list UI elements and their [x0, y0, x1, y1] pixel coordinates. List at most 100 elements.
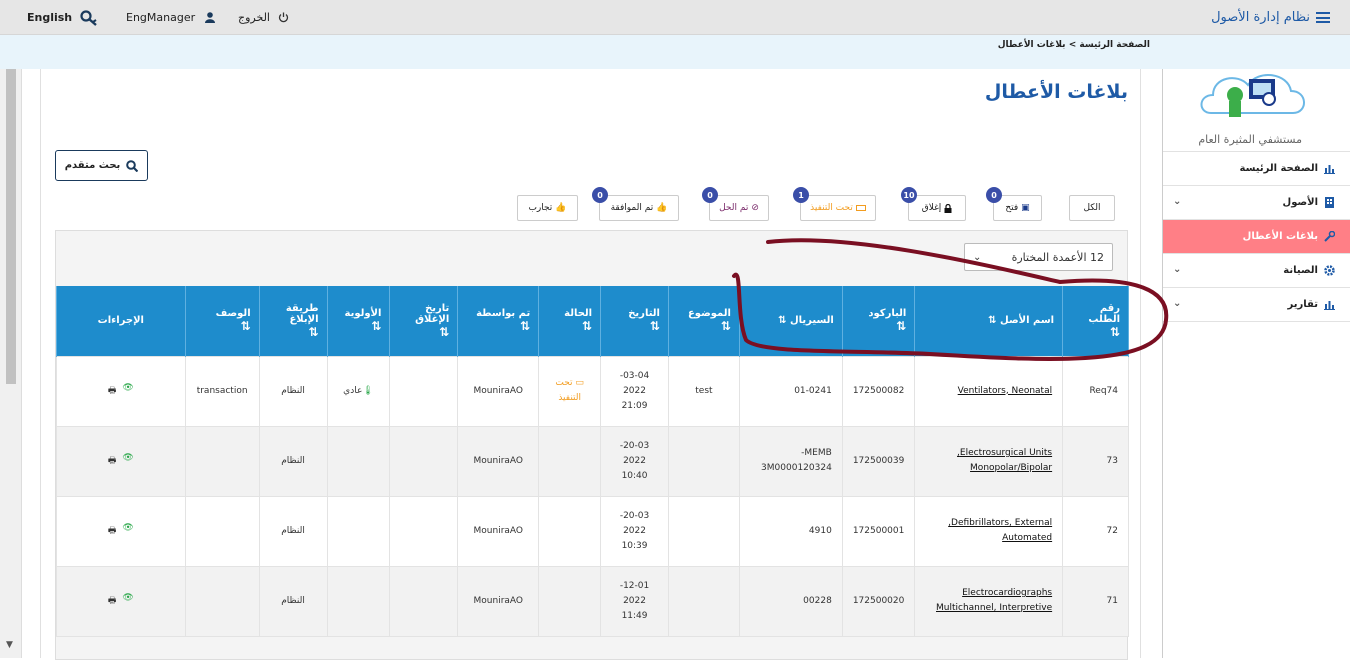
- thermometer-icon: 🌡: [362, 385, 374, 396]
- page-title: بلاغات الأعطال: [984, 81, 1128, 103]
- scroll-thumb[interactable]: [6, 69, 16, 384]
- scroll-down-icon[interactable]: ▼: [6, 640, 13, 650]
- filter-trials-button[interactable]: تجارب 👍: [517, 195, 578, 221]
- chevron-down-icon: ⌄: [1173, 196, 1182, 207]
- wrench-icon: [1324, 231, 1335, 242]
- sidebar-item-home[interactable]: الصفحة الرئيسة: [1163, 152, 1350, 186]
- approved-count-badge: 0: [592, 187, 608, 203]
- sort-icon: ⇅: [371, 319, 382, 334]
- asset-link[interactable]: Electrosurgical Units, Monopolar/Bipolar: [925, 446, 1052, 476]
- col-serial[interactable]: السيريال ⇅: [738, 286, 843, 356]
- app-brand[interactable]: نظام إدارة الأصول: [1211, 0, 1330, 35]
- sidebar-item-reports[interactable]: ⌄ تقارير: [1163, 288, 1350, 322]
- chevron-down-icon: ⌄: [973, 251, 982, 263]
- side-menu: الصفحة الرئيسة ⌄ الأصول بلاغات الأعطال ⌄…: [1163, 151, 1350, 322]
- sort-icon: ⇅: [1109, 324, 1120, 339]
- sidebar: مستشفي المثيرة العام الصفحة الرئيسة ⌄ ال…: [1162, 69, 1350, 658]
- table-row[interactable]: 72 Defibrillators, External, Automated 17…: [56, 495, 1129, 567]
- sort-icon: ⇅: [240, 319, 251, 334]
- thumbs-up-icon: 👍: [555, 203, 567, 213]
- print-icon[interactable]: 🖶: [108, 453, 117, 469]
- col-actions: الإجراءات: [56, 286, 186, 356]
- view-icon[interactable]: 👁: [122, 593, 133, 609]
- filter-in-progress-button[interactable]: 1 تحت التنفيذ: [793, 187, 876, 221]
- table-row[interactable]: Req74 Ventilators, Neonatal 172500082 01…: [56, 355, 1129, 427]
- menu-icon[interactable]: [1316, 12, 1330, 23]
- col-subject[interactable]: الموضوع ⇅: [667, 286, 740, 356]
- table-row[interactable]: 71 Electrocardiographs Multichannel, Inte…: [56, 565, 1129, 637]
- thumbs-up-icon: 👍: [656, 203, 668, 213]
- breadcrumb-current: بلاغات الأعطال: [997, 40, 1066, 50]
- col-barcode[interactable]: الباركود ⇅: [841, 286, 916, 356]
- user-name: EngManager: [126, 11, 196, 24]
- filter-solved-button[interactable]: 0 تم الحل ⊘: [702, 187, 769, 221]
- sidebar-item-faults[interactable]: بلاغات الأعطال: [1163, 220, 1350, 254]
- app-title: نظام إدارة الأصول: [1211, 10, 1310, 25]
- faults-table: رقم الطلب ⇅ اسم الأصل ⇅ الباركود ⇅ السيريا…: [56, 286, 1129, 637]
- hospital-name: مستشفي المثيرة العام: [1198, 133, 1302, 146]
- table-container: 12 الأعمدة المختارة ⌄ رقم الطلب ⇅ اسم الأ…: [55, 230, 1129, 660]
- sort-icon: ⇅: [439, 324, 450, 339]
- chevron-down-icon: ⌄: [1173, 298, 1182, 309]
- filter-approved-button[interactable]: 0 تم الموافقة 👍: [592, 187, 679, 221]
- open-count-badge: 0: [986, 187, 1002, 203]
- page-scrollbar[interactable]: ▼: [0, 69, 22, 658]
- filter-closed-button[interactable]: 10 إغلاق: [901, 187, 966, 221]
- closed-count-badge: 10: [901, 187, 917, 203]
- top-bar: English EngManager الخروج نظام إدارة الأ…: [0, 0, 1350, 35]
- col-close-date[interactable]: تاريخ الإغلاق ⇅: [389, 286, 459, 356]
- breadcrumb-bar: الصفحة الرئيسة > بلاغات الأعطال: [0, 35, 1350, 69]
- language-switch[interactable]: English: [27, 0, 72, 35]
- view-icon[interactable]: 👁: [122, 383, 133, 399]
- user-menu[interactable]: EngManager: [126, 0, 216, 35]
- col-created-by[interactable]: تم بواسطة ⇅: [457, 286, 540, 356]
- asset-link[interactable]: Ventilators, Neonatal: [925, 384, 1052, 399]
- column-selector[interactable]: 12 الأعمدة المختارة ⌄: [964, 243, 1113, 271]
- table-header-row: رقم الطلب ⇅ اسم الأصل ⇅ الباركود ⇅ السيريا…: [56, 286, 1129, 356]
- lock-icon: [944, 203, 952, 213]
- power-icon: [278, 12, 289, 23]
- print-icon[interactable]: 🖶: [108, 383, 117, 399]
- status-badge: ▭ تحت التنفيذ: [538, 355, 602, 427]
- hospital-logo: [1200, 73, 1305, 117]
- view-icon[interactable]: 👁: [122, 453, 133, 469]
- print-icon[interactable]: 🖶: [108, 523, 117, 539]
- bar-chart-icon: [1324, 165, 1335, 174]
- check-circle-icon: ⊘: [751, 203, 759, 213]
- filter-open-button[interactable]: 0 فتح ▣: [986, 187, 1042, 221]
- filter-all-button[interactable]: الكل: [1069, 195, 1115, 221]
- col-description[interactable]: الوصف ⇅: [184, 286, 260, 356]
- col-asset-name[interactable]: اسم الأصل ⇅: [914, 286, 1064, 356]
- building-icon: [1325, 197, 1334, 208]
- col-priority[interactable]: الأولوية ⇅: [326, 286, 391, 356]
- col-report-method[interactable]: طريقة الإبلاغ ⇅: [258, 286, 328, 356]
- breadcrumb-home[interactable]: الصفحة الرئيسة: [1079, 40, 1150, 50]
- sort-icon: ⇅: [778, 315, 787, 327]
- print-icon[interactable]: 🖶: [108, 593, 117, 609]
- view-icon[interactable]: 👁: [122, 523, 133, 539]
- logout-label: الخروج: [238, 11, 270, 24]
- asset-link[interactable]: Defibrillators, External, Automated: [925, 516, 1052, 546]
- sort-icon: ⇅: [988, 315, 997, 327]
- gear-icon: [1324, 265, 1335, 276]
- sort-icon: ⇅: [582, 319, 593, 334]
- briefcase-icon: ▣: [1021, 203, 1030, 213]
- sidebar-item-assets[interactable]: ⌄ الأصول: [1163, 186, 1350, 220]
- logout-link[interactable]: الخروج: [238, 0, 289, 35]
- advanced-search-label: بحث متقدم: [64, 160, 121, 171]
- asset-link[interactable]: Electrocardiographs Multichannel, Interpr…: [925, 586, 1052, 616]
- advanced-search-button[interactable]: بحث متقدم: [55, 150, 148, 181]
- battery-icon: [855, 205, 866, 211]
- col-request-no[interactable]: رقم الطلب ⇅: [1062, 286, 1129, 356]
- solved-count-badge: 0: [702, 187, 718, 203]
- chevron-down-icon: ⌄: [1173, 264, 1182, 275]
- sort-icon: ⇅: [649, 319, 660, 334]
- sort-icon: ⇅: [308, 324, 319, 339]
- bar-chart-icon: [1324, 301, 1335, 310]
- breadcrumb: الصفحة الرئيسة > بلاغات الأعطال: [997, 40, 1150, 50]
- col-status[interactable]: الحالة ⇅: [538, 286, 602, 356]
- key-search-icon[interactable]: [80, 0, 102, 35]
- sidebar-item-maintenance[interactable]: ⌄ الصيانة: [1163, 254, 1350, 288]
- col-date[interactable]: التاريخ ⇅: [600, 286, 669, 356]
- table-row[interactable]: 73 Electrosurgical Units, Monopolar/Bipol…: [56, 425, 1129, 497]
